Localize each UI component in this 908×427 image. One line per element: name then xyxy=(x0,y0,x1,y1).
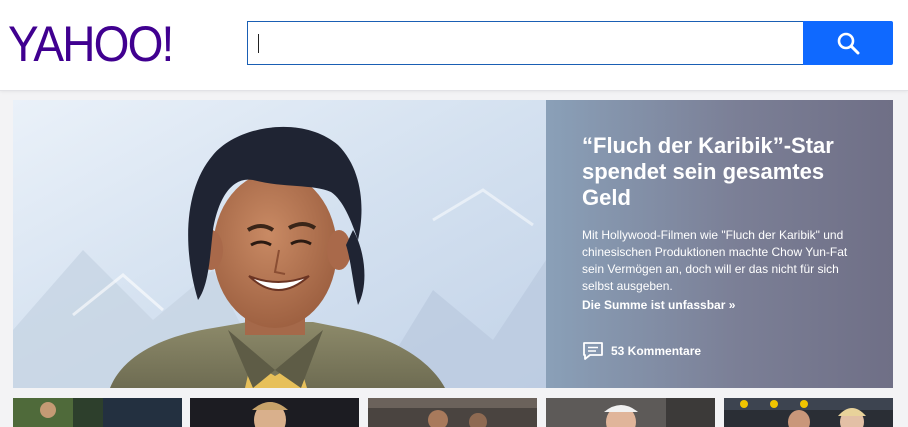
comments-count: 53 Kommentare xyxy=(611,344,702,358)
hero-story[interactable]: “Fluch der Karibik”-Star spendet sein ge… xyxy=(13,100,893,388)
hero-headline[interactable]: “Fluch der Karibik”-Star spendet sein ge… xyxy=(582,133,872,211)
hero-text-panel: “Fluch der Karibik”-Star spendet sein ge… xyxy=(546,100,893,388)
search-input[interactable] xyxy=(248,22,803,64)
search-icon xyxy=(837,32,860,55)
story-thumbnail[interactable] xyxy=(546,398,715,427)
comments-link[interactable]: 53 Kommentare xyxy=(582,341,701,361)
story-thumbnail[interactable] xyxy=(190,398,359,427)
page-header: YAHOO! xyxy=(0,0,908,91)
story-thumbnail[interactable] xyxy=(13,398,182,427)
search-box[interactable] xyxy=(247,21,803,65)
story-thumbnail[interactable] xyxy=(368,398,537,427)
hero-image[interactable] xyxy=(13,100,546,388)
comment-icon xyxy=(583,342,603,360)
yahoo-logo[interactable]: YAHOO! xyxy=(8,14,174,74)
story-thumbnails xyxy=(13,398,893,427)
hero-summary: Mit Hollywood-Filmen wie "Fluch der Kari… xyxy=(582,228,848,293)
read-more-link[interactable]: Die Summe ist unfassbar » xyxy=(582,298,735,312)
story-thumbnail[interactable] xyxy=(724,398,893,427)
search-button[interactable] xyxy=(803,21,893,65)
